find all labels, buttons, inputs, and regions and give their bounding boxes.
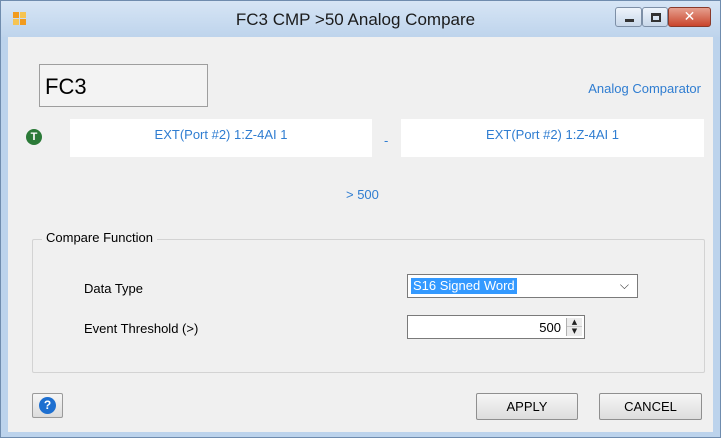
threshold-stepper[interactable]: 500 ▲ ▼ xyxy=(407,315,585,339)
help-icon: ? xyxy=(39,397,56,414)
right-operand-field[interactable]: EXT(Port #2) 1:Z-4AI 1 xyxy=(401,119,704,157)
stepper-buttons: ▲ ▼ xyxy=(566,318,582,336)
comparator-type-label: Analog Comparator xyxy=(588,81,701,96)
title-bar[interactable]: FC3 CMP >50 Analog Compare ✕ xyxy=(1,1,720,37)
compare-function-group xyxy=(32,239,705,373)
operator-separator: - xyxy=(384,133,389,148)
dialog-body: FC3 Analog Comparator T EXT(Port #2) 1:Z… xyxy=(8,37,713,432)
left-operand-field[interactable]: EXT(Port #2) 1:Z-4AI 1 xyxy=(70,119,372,157)
minimize-icon xyxy=(625,19,634,22)
threshold-label: Event Threshold (>) xyxy=(84,321,199,336)
window-title: FC3 CMP >50 Analog Compare xyxy=(235,10,476,29)
data-type-label: Data Type xyxy=(84,281,144,296)
maximize-button[interactable] xyxy=(642,7,668,27)
maximize-icon xyxy=(651,13,661,22)
dialog-window: FC3 CMP >50 Analog Compare ✕ FC3 Analog … xyxy=(0,0,721,438)
help-button[interactable]: ? xyxy=(32,393,63,418)
close-icon: ✕ xyxy=(683,9,696,25)
t-status-icon: T xyxy=(26,129,42,145)
comparison-summary: > 500 xyxy=(346,187,379,202)
stepper-down-icon[interactable]: ▼ xyxy=(567,327,582,336)
minimize-button[interactable] xyxy=(615,7,642,27)
data-type-value: S16 Signed Word xyxy=(411,278,517,294)
apply-button[interactable]: APPLY xyxy=(476,393,578,420)
compare-function-title: Compare Function xyxy=(42,230,157,245)
data-type-select[interactable]: S16 Signed Word ⌵ xyxy=(407,274,638,298)
threshold-value: 500 xyxy=(539,320,561,335)
stepper-up-icon[interactable]: ▲ xyxy=(567,318,582,327)
function-code-label: FC3 xyxy=(39,64,208,107)
cancel-button[interactable]: CANCEL xyxy=(599,393,702,420)
chevron-down-icon[interactable]: ⌵ xyxy=(620,278,629,293)
close-button[interactable]: ✕ xyxy=(668,7,711,27)
